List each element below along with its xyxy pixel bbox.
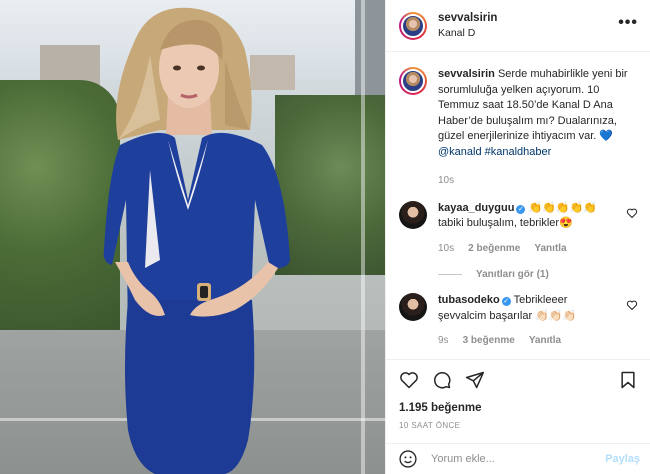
reply-button[interactable]: Yanıtla [534, 241, 566, 257]
comments-section: sevvalsirin Serde muhabirlikle yeni bir … [386, 53, 650, 358]
emoji-smile-icon[interactable] [398, 449, 418, 469]
like-heart-icon[interactable] [399, 370, 419, 390]
comment-heart-icon[interactable] [626, 299, 638, 311]
caption-time[interactable]: 10s [438, 173, 454, 189]
replies-line [438, 274, 462, 275]
comment-text: tabiki buluşalım, tebrikler😍 [438, 217, 573, 229]
commenter-avatar[interactable] [399, 200, 427, 229]
share-send-icon[interactable] [465, 370, 485, 390]
likes-count[interactable]: 1.195 beğenme [399, 402, 638, 414]
caption-username[interactable]: sevvalsirin [438, 68, 495, 80]
comment-bubble-icon[interactable] [432, 370, 452, 390]
author-avatar[interactable] [399, 11, 427, 40]
bookmark-icon[interactable] [618, 370, 638, 390]
view-replies-label[interactable]: Yanıtları gör (1) [476, 269, 549, 280]
comment-username[interactable]: kayaa_duyguu [438, 202, 514, 214]
post-header: sevvalsirin Kanal D ••• [386, 0, 650, 52]
author-username[interactable]: sevvalsirin [438, 11, 618, 26]
commenter-avatar[interactable] [399, 293, 427, 321]
comment-input[interactable] [431, 453, 606, 465]
caption-tags[interactable]: @kanald #kanaldhaber [438, 145, 638, 161]
comment-time[interactable]: 9s [438, 333, 449, 349]
post-location[interactable]: Kanal D [438, 26, 618, 41]
comment-likes[interactable]: 2 beğenme [468, 241, 520, 257]
comment-time[interactable]: 10s [438, 241, 454, 257]
comment-item: kayaa_duyguu ✓ 👏👏👏👏👏 tabiki buluşalım, te… [399, 200, 638, 257]
verified-badge-icon: ✓ [501, 297, 511, 306]
comment-heart-icon[interactable] [626, 207, 638, 219]
caption-avatar[interactable] [399, 67, 427, 95]
caption: sevvalsirin Serde muhabirlikle yeni bir … [399, 67, 638, 189]
comment-text: Tebrikleeer [513, 294, 568, 306]
post-actions: 1.195 beğenme 10 SAAT ÖNCE [386, 359, 650, 430]
comment-emoji: 👏👏👏👏👏 [528, 201, 597, 214]
add-comment-bar: Paylaş [386, 443, 650, 474]
verified-badge-icon: ✓ [516, 204, 526, 214]
post-time[interactable]: 10 SAAT ÖNCE [399, 421, 638, 430]
comment-text: şevvalcim başarılar 👏🏻👏🏻👏🏻 [438, 309, 577, 322]
comment-item: tubasodeko ✓ Tebrikleeer şevvalcim başarı… [399, 293, 638, 349]
post-side-panel: sevvalsirin Kanal D ••• sevvalsirin Serd… [385, 0, 650, 474]
comment-likes[interactable]: 3 beğenme [463, 333, 515, 349]
reply-button[interactable]: Yanıtla [529, 333, 561, 349]
view-replies[interactable]: Yanıtları gör (1) [438, 269, 638, 280]
post-comment-button[interactable]: Paylaş [605, 453, 640, 465]
comment-username[interactable]: tubasodeko [438, 294, 500, 306]
more-dots-icon[interactable]: ••• [618, 14, 638, 32]
woman-figure [103, 7, 291, 474]
post-photo[interactable] [0, 0, 385, 474]
